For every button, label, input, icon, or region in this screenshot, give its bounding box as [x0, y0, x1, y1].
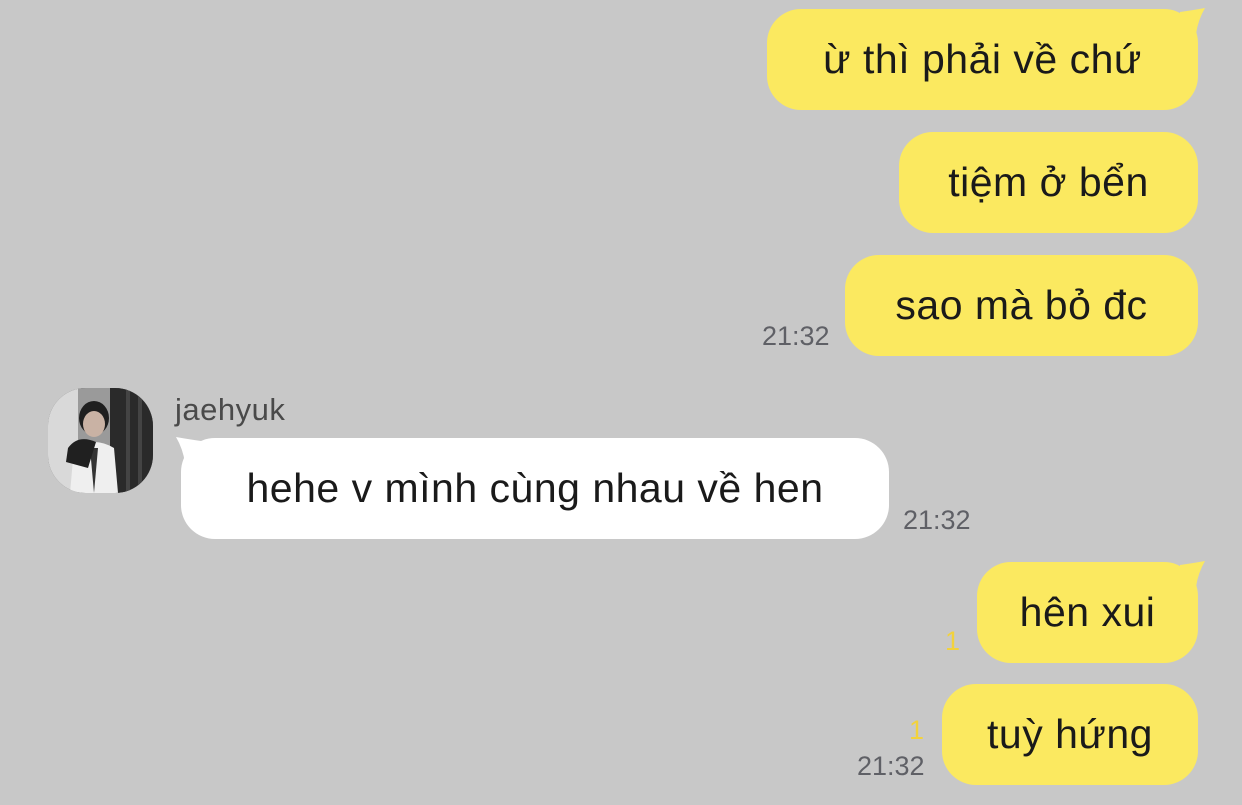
outgoing-message-bubble[interactable]: hên xui: [977, 562, 1198, 663]
bubble-tail-icon: [176, 437, 201, 463]
message-text: hên xui: [1019, 589, 1156, 635]
sender-name: jaehyuk: [175, 392, 286, 427]
message-text: tuỳ hứng: [987, 711, 1153, 757]
message-timestamp: 21:32: [762, 321, 830, 351]
outgoing-message-bubble[interactable]: tuỳ hứng: [942, 684, 1198, 785]
message-timestamp: 21:32: [903, 505, 971, 535]
unread-count: 1: [945, 626, 961, 656]
bubble-tail-icon: [1180, 8, 1205, 34]
unread-count: 1: [909, 715, 925, 745]
contact-avatar[interactable]: [48, 388, 153, 493]
message-text: ừ thì phải về chứ: [823, 36, 1142, 82]
outgoing-message-bubble[interactable]: tiệm ở bển: [899, 132, 1198, 233]
outgoing-message-bubble[interactable]: sao mà bỏ đc: [845, 255, 1198, 356]
profile-photo-icon: [48, 388, 153, 493]
outgoing-message-bubble[interactable]: ừ thì phải về chứ: [767, 9, 1198, 110]
incoming-message-bubble[interactable]: hehe v mình cùng nhau về hen: [181, 438, 889, 539]
message-text: hehe v mình cùng nhau về hen: [246, 465, 824, 511]
message-timestamp: 21:32: [857, 751, 925, 781]
message-text: sao mà bỏ đc: [895, 282, 1148, 328]
message-text: tiệm ở bển: [948, 159, 1149, 205]
bubble-tail-icon: [1180, 561, 1205, 587]
